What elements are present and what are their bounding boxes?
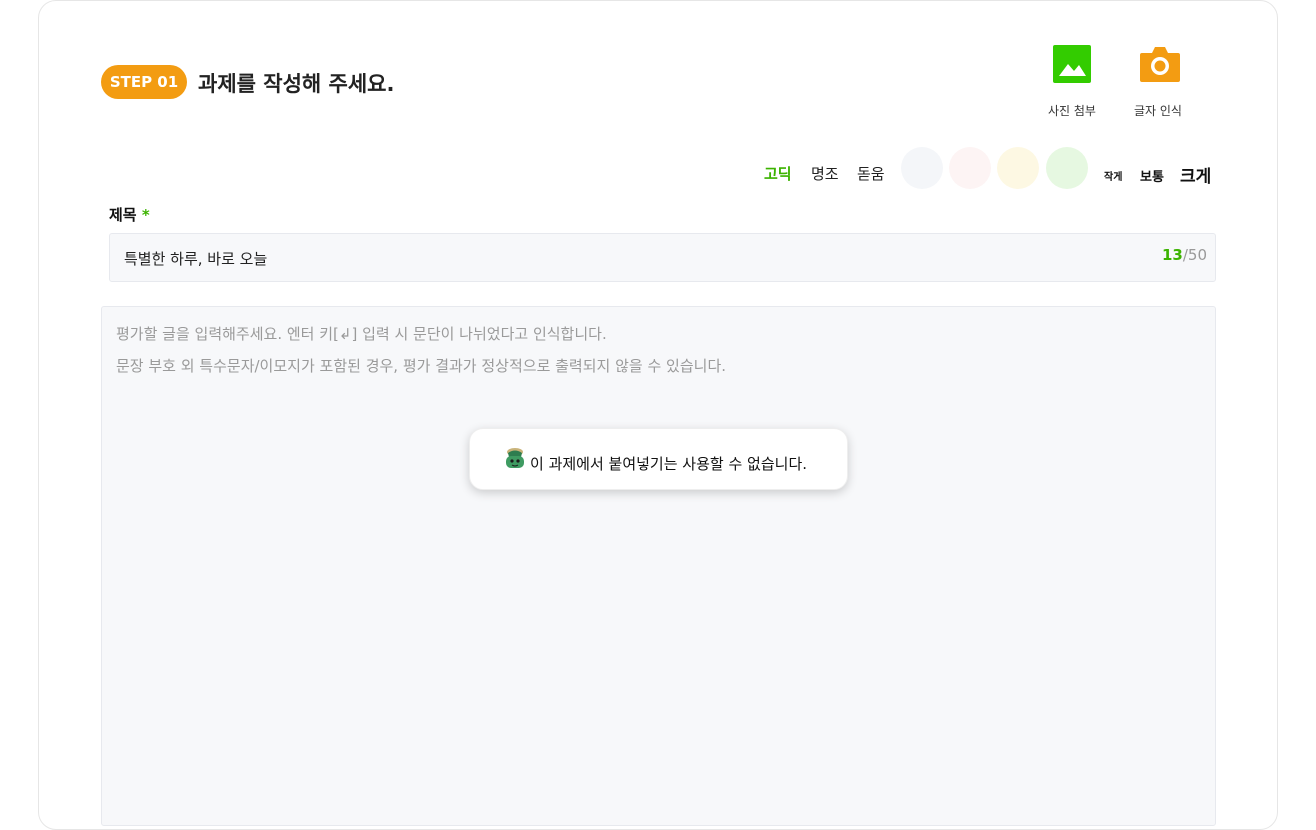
image-icon [1052,44,1092,84]
title-char-max: /50 [1182,246,1207,264]
size-option-large[interactable]: 크게 [1180,162,1211,187]
title-label-text: 제목 [109,206,137,224]
title-char-count: 13 [1161,246,1183,264]
toast-message: 이 과제에서 붙여넣기는 사용할 수 없습니다. [530,455,808,473]
bg-color-gray[interactable] [901,147,943,189]
page-title: 과제를 작성해 주세요. [198,72,395,96]
size-option-small[interactable]: 작게 [1104,168,1122,183]
title-input-value: 특별한 하루, 바로 오늘 [124,250,268,268]
title-input[interactable]: 특별한 하루, 바로 오늘 13/50 [109,233,1216,282]
font-option-myeongjo[interactable]: 명조 [811,163,839,184]
font-option-dotum[interactable]: 돋움 [857,163,885,184]
bg-color-pink[interactable] [949,147,991,189]
font-option-gothic[interactable]: 고딕 [764,163,792,184]
bg-color-green[interactable] [1046,147,1088,189]
bg-color-yellow[interactable] [997,147,1039,189]
required-mark: * [141,206,150,224]
photo-attach-button[interactable]: 사진 첨부 [1032,44,1112,119]
photo-attach-label: 사진 첨부 [1048,104,1096,118]
editor-placeholder-line1: 평가할 글을 입력해주세요. 엔터 키[↲] 입력 시 문단이 나뉘었다고 인식… [116,325,607,343]
size-option-medium[interactable]: 보통 [1140,166,1164,185]
paste-disabled-toast: 이 과제에서 붙여넣기는 사용할 수 없습니다. [469,428,848,490]
text-recognition-button[interactable]: 글자 인식 [1118,44,1198,119]
mascot-icon [502,445,528,471]
editor-placeholder-line2: 문장 부호 외 특수문자/이모지가 포함된 경우, 평가 결과가 정상적으로 출… [116,357,727,375]
essay-editor[interactable]: 평가할 글을 입력해주세요. 엔터 키[↲] 입력 시 문단이 나뉘었다고 인식… [101,306,1216,826]
text-recognition-label: 글자 인식 [1134,104,1182,118]
step-badge: STEP 01 [101,65,187,99]
camera-icon [1138,44,1180,84]
title-label: 제목 * [109,204,150,225]
title-char-counter: 13/50 [1162,246,1207,264]
